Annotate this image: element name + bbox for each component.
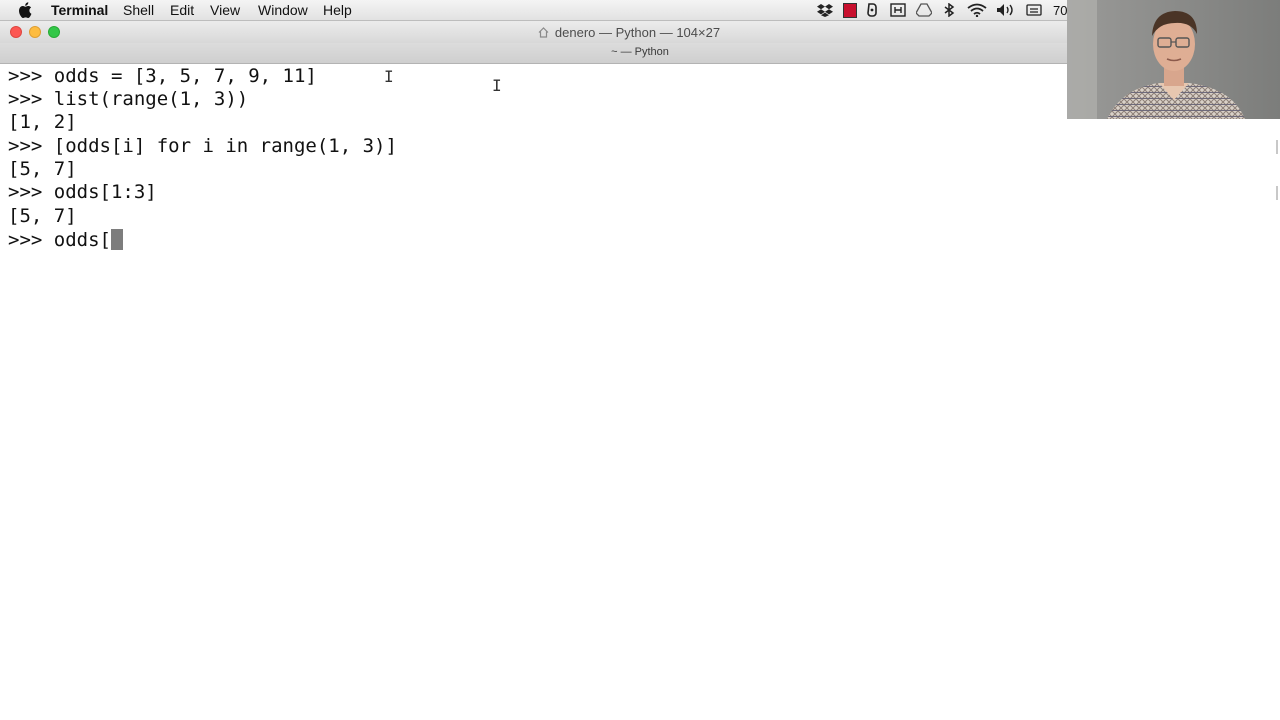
frame-icon[interactable] — [890, 3, 906, 17]
apple-icon[interactable] — [18, 2, 32, 18]
dropbox-icon[interactable] — [817, 3, 833, 17]
red-square-icon[interactable] — [843, 3, 857, 18]
menu-terminal[interactable]: Terminal — [51, 2, 108, 19]
webcam-overlay — [1067, 0, 1280, 119]
home-icon — [538, 27, 549, 38]
terminal-current-input[interactable]: >>> odds[ — [8, 229, 111, 251]
text-cursor — [110, 229, 123, 250]
drive-icon[interactable] — [916, 3, 932, 17]
menu-help[interactable]: Help — [323, 2, 352, 19]
terminal-line: >>> [odds[i] for i in range(1, 3)] — [8, 135, 397, 157]
wifi-icon[interactable] — [967, 3, 987, 17]
terminal-line: [5, 7] — [8, 205, 77, 227]
menu-shell[interactable]: Shell — [123, 2, 154, 19]
window-title-text: denero — Python — 104×27 — [554, 25, 721, 40]
bluetooth-icon[interactable] — [943, 3, 955, 17]
menu-window[interactable]: Window — [258, 2, 308, 19]
volume-icon[interactable] — [996, 3, 1016, 17]
terminal-line: [5, 7] — [8, 158, 77, 180]
ibeam-cursor-icon: I — [384, 67, 394, 86]
scroll-marker[interactable] — [1276, 140, 1278, 154]
evernote-icon[interactable] — [866, 3, 878, 17]
scroll-marker[interactable] — [1276, 186, 1278, 200]
presenter-video — [1067, 0, 1280, 119]
terminal-output[interactable]: >>> odds = [3, 5, 7, 9, 11] >>> list(ran… — [8, 64, 1268, 714]
clock[interactable]: 70 — [1053, 2, 1067, 19]
ibeam-cursor-icon: I — [492, 76, 502, 95]
terminal-line: [1, 2] — [8, 111, 77, 133]
menu-edit[interactable]: Edit — [170, 2, 194, 19]
terminal-line: >>> list(range(1, 3)) — [8, 88, 249, 110]
keyboard-icon[interactable] — [1026, 3, 1042, 17]
terminal-input-line[interactable]: >>> odds[ — [8, 229, 123, 251]
terminal-line: >>> odds = [3, 5, 7, 9, 11] — [8, 65, 317, 87]
terminal-line: >>> odds[1:3] — [8, 181, 157, 203]
menu-view[interactable]: View — [210, 2, 240, 19]
